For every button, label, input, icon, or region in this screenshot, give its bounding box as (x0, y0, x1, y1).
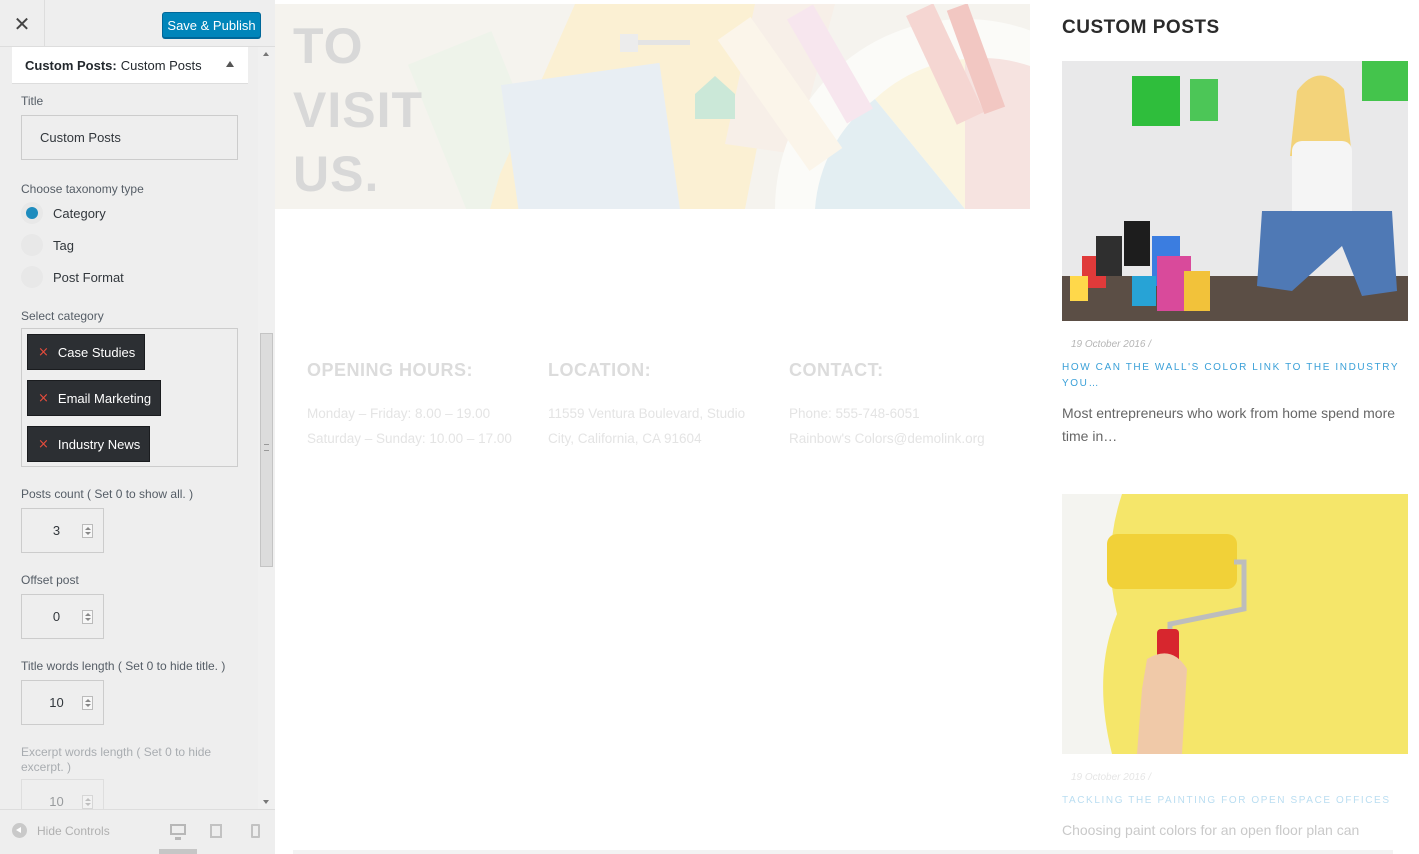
close-icon[interactable]: ✕ (0, 0, 45, 47)
footer-divider (293, 850, 1393, 854)
grip-icon (264, 444, 269, 451)
opening-hours-block: OPENING HOURS: Monday – Friday: 8.00 – 1… (307, 360, 537, 451)
offset-label: Offset post (21, 573, 79, 587)
spinner-icon[interactable] (82, 610, 93, 624)
title-label: Title (21, 94, 44, 108)
radio-post-format[interactable]: Post Format (21, 261, 239, 293)
info-line: 11559 Ventura Boulevard, Studio (548, 406, 746, 421)
radio-label: Tag (53, 237, 74, 253)
radio-label: Post Format (53, 269, 124, 285)
chip-label: Industry News (57, 436, 141, 452)
active-device-indicator (159, 849, 197, 854)
radio-button-selected[interactable] (21, 202, 43, 224)
radio-category[interactable]: Category (21, 197, 239, 229)
hide-controls-button[interactable]: Hide Controls (12, 823, 110, 838)
info-heading: OPENING HOURS: (307, 360, 474, 380)
spinner-icon[interactable] (82, 524, 93, 538)
radio-button[interactable] (21, 266, 43, 288)
category-chip[interactable]: × Case Studies (27, 334, 146, 370)
save-publish-button[interactable]: Save & Publish (162, 12, 261, 38)
posts-count-label: Posts count ( Set 0 to show all. ) (21, 487, 194, 501)
chip-label: Email Marketing (57, 390, 152, 406)
section-prefix: Custom Posts: (25, 57, 117, 73)
posts-count-value: 3 (52, 523, 61, 538)
info-link[interactable]: Rainbow's Colors@demolink.org (789, 426, 1019, 451)
category-chip[interactable]: × Industry News (27, 426, 151, 462)
sidebar-footer: Hide Controls (0, 809, 275, 854)
taxonomy-label: Choose taxonomy type (21, 182, 144, 196)
title-field[interactable]: Custom Posts (21, 115, 238, 160)
post-title-link[interactable]: TACKLING THE PAINTING FOR OPEN SPACE OFF… (1062, 793, 1408, 809)
remove-icon[interactable]: × (38, 391, 49, 406)
widget-title: CUSTOM POSTS (1062, 17, 1220, 38)
location-block: LOCATION: 11559 Ventura Boulevard, Studi… (548, 360, 778, 451)
radio-tag[interactable]: Tag (21, 229, 239, 261)
category-multiselect[interactable]: × Case Studies × Email Marketing × Industry… (21, 328, 238, 467)
info-line: Phone: 555-748-6051 (789, 406, 920, 421)
offset-stepper[interactable]: 0 (21, 594, 104, 639)
hero-line: US. (293, 146, 380, 202)
post-excerpt: Most entrepreneurs who work from home sp… (1062, 405, 1396, 444)
scrollbar-thumb[interactable] (260, 333, 273, 567)
customizer-window: ✕ Save & Publish Custom Posts: Custom Po… (0, 0, 1419, 854)
radio-label: Category (53, 205, 106, 221)
post-title-link[interactable]: HOW CAN THE WALL'S COLOR LINK TO THE IND… (1062, 360, 1408, 392)
hero-banner: TO VISIT US. (275, 4, 1030, 209)
mobile-icon[interactable] (251, 824, 260, 838)
posts-count-stepper[interactable]: 3 (21, 508, 104, 553)
spinner-icon[interactable] (82, 696, 93, 710)
select-category-label: Select category (21, 309, 104, 323)
post-date: 19 October 2016 / (1071, 772, 1152, 783)
post-excerpt: Choosing paint colors for an open floor … (1062, 822, 1360, 854)
painter-woman-image (1062, 61, 1408, 321)
info-heading: LOCATION: (548, 360, 652, 380)
section-name: Custom Posts (120, 57, 202, 73)
spinner-icon[interactable] (82, 795, 93, 809)
hero-title: TO VISIT US. (293, 14, 423, 206)
hide-controls-label: Hide Controls (37, 823, 110, 838)
remove-icon[interactable]: × (38, 345, 49, 360)
remove-icon[interactable]: × (38, 437, 49, 452)
hero-line: TO (293, 18, 364, 74)
post-date: 19 October 2016 / (1071, 339, 1152, 350)
scroll-down-icon[interactable] (263, 800, 269, 804)
sidebar-panel: Custom Posts: Custom Posts Title Custom … (12, 47, 248, 809)
excerpt-words-value: 10 (49, 794, 64, 809)
info-heading: CONTACT: (789, 360, 884, 380)
section-header[interactable]: Custom Posts: Custom Posts (12, 47, 248, 84)
customizer-sidebar: ✕ Save & Publish Custom Posts: Custom Po… (0, 0, 275, 854)
site-preview: TO VISIT US. OPENING HOURS: Monday – Fri… (275, 0, 1419, 854)
post-thumbnail[interactable] (1062, 494, 1408, 754)
title-words-label: Title words length ( Set 0 to hide title… (21, 659, 226, 673)
chip-label: Case Studies (57, 344, 136, 360)
title-words-stepper[interactable]: 10 (21, 680, 104, 725)
post-item: 19 October 2016 / HOW CAN THE WALL'S COL… (1062, 61, 1408, 448)
hero-line: VISIT (293, 82, 424, 138)
desktop-icon[interactable] (170, 824, 186, 840)
scroll-up-icon[interactable] (263, 52, 269, 56)
excerpt-words-label: Excerpt words length ( Set 0 to hide exc… (21, 745, 212, 774)
excerpt-words-stepper[interactable]: 10 (21, 779, 104, 809)
widget-controls: Title Custom Posts Choose taxonomy type … (12, 84, 248, 809)
title-words-value: 10 (49, 695, 64, 710)
contact-block: CONTACT: Phone: 555-748-6051 Rainbow's C… (789, 360, 1019, 451)
info-line: City, California, CA 91604 (548, 431, 702, 446)
sidebar-header: ✕ Save & Publish (0, 0, 275, 47)
info-line: Monday – Friday: 8.00 – 19.00 (307, 406, 491, 421)
post-thumbnail[interactable] (1062, 61, 1408, 321)
offset-value: 0 (52, 609, 61, 624)
info-line: Saturday – Sunday: 10.00 – 17.00 (307, 431, 512, 446)
collapse-arrow-icon (12, 823, 27, 838)
excerpt-words-group: Excerpt words length ( Set 0 to hide exc… (21, 745, 239, 809)
sidebar-scrollbar[interactable] (258, 47, 275, 809)
post-item: 19 October 2016 / TACKLING THE PAINTING … (1062, 494, 1408, 854)
tablet-icon[interactable] (210, 824, 222, 838)
radio-button[interactable] (21, 234, 43, 256)
collapse-caret-icon[interactable] (226, 61, 234, 67)
category-chip[interactable]: × Email Marketing (27, 380, 162, 416)
paint-roller-image (1062, 494, 1408, 754)
